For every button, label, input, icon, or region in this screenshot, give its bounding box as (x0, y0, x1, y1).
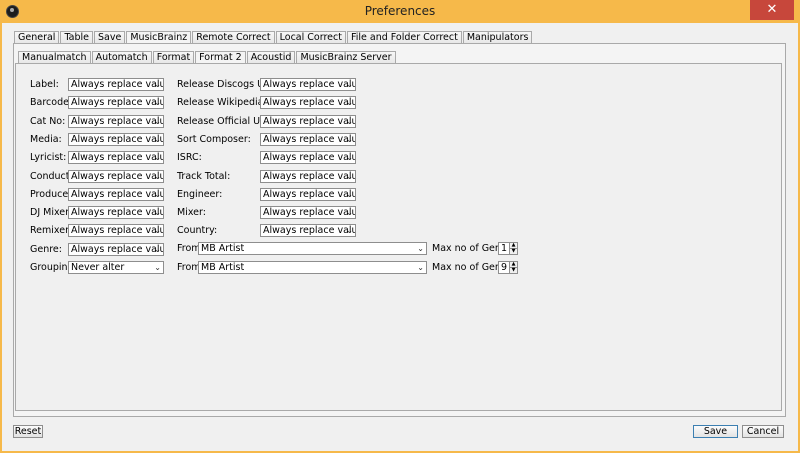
isrc-value: Always replace values (263, 152, 355, 164)
lyricist-value: Always replace values (71, 152, 163, 164)
remixer-select[interactable]: Always replace values⌄ (68, 224, 164, 238)
genre-from-label: From (177, 243, 201, 254)
chevron-down-icon: ⌄ (154, 226, 161, 236)
genre-select[interactable]: Always replace values⌄ (68, 242, 164, 256)
genre-source-value: MB Artist (201, 243, 245, 254)
engineer-value: Always replace values (263, 188, 355, 200)
track-total-label: Track Total: (177, 170, 231, 182)
genre-source-select[interactable]: MB Artist ⌄ (198, 242, 427, 255)
chevron-down-icon: ⌄ (346, 208, 353, 218)
conductor-select[interactable]: Always replace values⌄ (68, 169, 164, 183)
chevron-down-icon: ⌄ (154, 208, 161, 218)
chevron-down-icon: ⌄ (154, 116, 161, 126)
track-total-select[interactable]: Always replace values⌄ (260, 169, 356, 183)
chevron-down-icon: ⌄ (346, 80, 353, 89)
spinner-down-icon[interactable]: ▼ (509, 249, 517, 254)
cat-no-label: Cat No: (30, 115, 66, 127)
mixer-label: Mixer: (177, 207, 206, 219)
genre-label: Genre: (30, 243, 62, 255)
chevron-down-icon: ⌄ (417, 263, 424, 272)
media-label: Media: (30, 133, 62, 145)
chevron-down-icon: ⌄ (154, 244, 161, 254)
barcode-select[interactable]: Always replace values⌄ (68, 96, 164, 110)
grouping-from-label: From (177, 262, 201, 273)
close-button[interactable]: ✕ (750, 0, 794, 20)
engineer-label: Engineer: (177, 188, 223, 200)
chevron-down-icon: ⌄ (346, 153, 353, 163)
label-label: Label: (30, 79, 59, 90)
chevron-down-icon: ⌄ (154, 80, 161, 89)
window-title: Preferences (364, 4, 436, 18)
sort-composer-value: Always replace values (263, 133, 355, 145)
chevron-down-icon: ⌄ (154, 134, 161, 144)
producer-select[interactable]: Always replace values⌄ (68, 187, 164, 201)
track-total-value: Always replace values (263, 170, 355, 182)
dj-mixer-select[interactable]: Always replace values⌄ (68, 206, 164, 220)
chevron-down-icon: ⌄ (346, 189, 353, 199)
reset-button[interactable]: Reset (13, 425, 43, 438)
media-value: Always replace values (71, 133, 163, 145)
engineer-select[interactable]: Always replace values⌄ (260, 187, 356, 201)
cat-no-value: Always replace values (71, 115, 163, 127)
sort-composer-select[interactable]: Always replace values⌄ (260, 132, 356, 146)
producer-value: Always replace values (71, 188, 163, 200)
chevron-down-icon: ⌄ (417, 244, 424, 253)
release-wikipedia-url-value: Always replace values (263, 97, 355, 109)
country-value: Always replace values (263, 225, 355, 237)
grouping-select[interactable]: Never alter ⌄ (68, 261, 164, 274)
isrc-select[interactable]: Always replace values⌄ (260, 151, 356, 165)
dj-mixer-label: DJ Mixer: (30, 207, 73, 219)
genre-value: Always replace values (71, 243, 163, 255)
chevron-down-icon: ⌄ (346, 116, 353, 126)
release-discogs-url-select[interactable]: Always replace values⌄ (260, 78, 356, 91)
isrc-label: ISRC: (177, 152, 202, 164)
release-official-url-value: Always replace values (263, 115, 355, 127)
mixer-select[interactable]: Always replace values⌄ (260, 206, 356, 220)
chevron-down-icon: ⌄ (154, 98, 161, 108)
chevron-down-icon: ⌄ (154, 189, 161, 199)
grouping-max-spinner[interactable]: 9 ▲ ▼ (498, 261, 518, 274)
conductor-value: Always replace values (71, 170, 163, 182)
cat-no-select[interactable]: Always replace values⌄ (68, 114, 164, 128)
chevron-down-icon: ⌄ (154, 153, 161, 163)
grouping-value: Never alter (71, 262, 125, 273)
grouping-source-value: MB Artist (201, 262, 245, 273)
remixer-label: Remixer: (30, 225, 73, 237)
mixer-value: Always replace values (263, 207, 355, 219)
chevron-down-icon: ⌄ (346, 226, 353, 236)
release-official-url-label: Release Official Url: (177, 115, 270, 127)
save-button[interactable]: Save (693, 425, 738, 438)
cancel-button[interactable]: Cancel (742, 425, 784, 438)
barcode-label: Barcode: (30, 97, 73, 109)
label-value: Always replace values (71, 79, 163, 90)
country-label: Country: (177, 225, 218, 237)
chevron-down-icon: ⌄ (154, 171, 161, 181)
release-wikipedia-url-select[interactable]: Always replace values⌄ (260, 96, 356, 110)
grouping-max-value: 9 (501, 262, 508, 273)
genre-max-value: 1 (501, 243, 508, 254)
label-select[interactable]: Always replace values⌄ (68, 78, 164, 91)
spinner-down-icon[interactable]: ▼ (509, 268, 517, 273)
chevron-down-icon: ⌄ (154, 263, 161, 272)
country-select[interactable]: Always replace values⌄ (260, 224, 356, 238)
chevron-down-icon: ⌄ (346, 98, 353, 108)
release-discogs-url-value: Always replace values (263, 79, 355, 90)
dj-mixer-value: Always replace values (71, 207, 163, 219)
remixer-value: Always replace values (71, 225, 163, 237)
title-bar: Preferences ✕ (0, 0, 800, 24)
chevron-down-icon: ⌄ (346, 134, 353, 144)
barcode-value: Always replace values (71, 97, 163, 109)
chevron-down-icon: ⌄ (346, 171, 353, 181)
media-select[interactable]: Always replace values⌄ (68, 132, 164, 146)
lyricist-label: Lyricist: (30, 152, 67, 164)
sort-composer-label: Sort Composer: (177, 133, 251, 145)
grouping-source-select[interactable]: MB Artist ⌄ (198, 261, 427, 274)
lyricist-select[interactable]: Always replace values⌄ (68, 151, 164, 165)
release-official-url-select[interactable]: Always replace values⌄ (260, 114, 356, 128)
genre-max-spinner[interactable]: 1 ▲ ▼ (498, 242, 518, 255)
